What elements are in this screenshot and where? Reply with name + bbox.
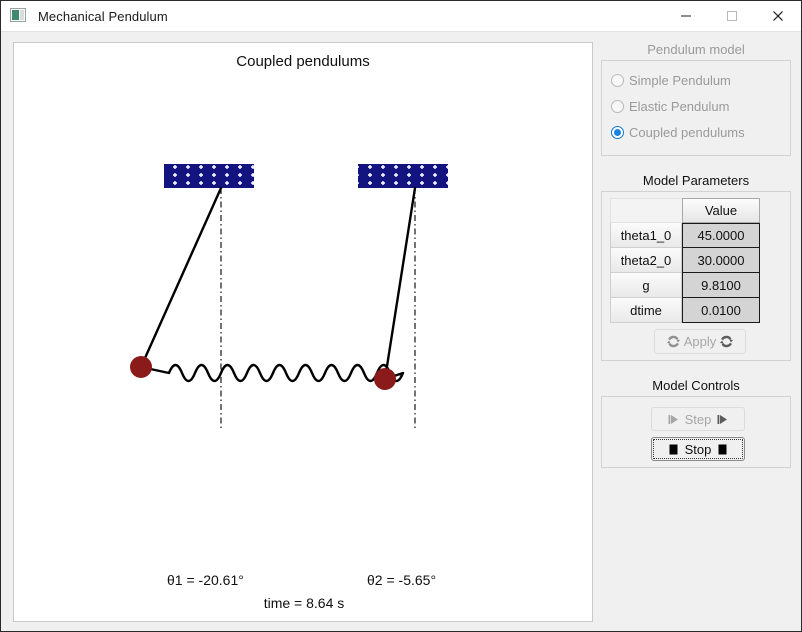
simulation-canvas: Coupled pendulums θ1 = -20.61° θ2 = -5.6… <box>13 42 593 622</box>
radio-coupled-pendulums[interactable]: Coupled pendulums <box>602 119 790 145</box>
model-controls-section: Model Controls Step Stop <box>601 378 791 468</box>
minimize-button[interactable] <box>663 1 709 31</box>
ceiling-block-1 <box>164 164 254 188</box>
title-bar: Mechanical Pendulum <box>1 1 801 32</box>
maximize-icon <box>727 11 737 21</box>
radio-label-coupled-pendulums: Coupled pendulums <box>629 124 745 140</box>
param-value-g[interactable]: 9.8100 <box>682 273 760 298</box>
param-value-dtime[interactable]: 0.0100 <box>682 298 760 323</box>
apply-button-label: Apply <box>683 334 717 349</box>
model-controls-group: Step Stop <box>601 396 791 468</box>
column-header-value: Value <box>682 198 760 223</box>
app-icon <box>10 8 28 24</box>
app-window: Mechanical Pendulum Coupled pendulums θ1… <box>0 0 802 632</box>
radio-elastic-pendulum[interactable]: Elastic Pendulum <box>602 93 790 119</box>
step-forward-icon <box>717 414 728 425</box>
radio-icon-checked <box>611 125 624 139</box>
table-header-row: Value <box>610 198 760 223</box>
theta1-readout: θ1 = -20.61° <box>167 572 244 588</box>
close-button[interactable] <box>755 1 801 31</box>
table-row: g 9.8100 <box>610 273 760 298</box>
param-value-theta2_0[interactable]: 30.0000 <box>682 248 760 273</box>
coupling-spring <box>139 363 405 383</box>
table-row: theta1_0 45.0000 <box>610 223 760 248</box>
param-name-dtime: dtime <box>610 298 682 323</box>
pendulum-drawing <box>130 164 448 429</box>
table-row: dtime 0.0100 <box>610 298 760 323</box>
parameters-table: Value theta1_0 45.0000 theta2_0 30.0000 <box>610 198 760 323</box>
step-button[interactable]: Step <box>651 407 745 431</box>
model-parameters-section: Model Parameters Value theta1_0 45.0000 <box>601 173 791 361</box>
pendulum-model-group: Simple Pendulum Elastic Pendulum Coupled… <box>601 60 791 156</box>
ceiling-block-2 <box>358 164 448 188</box>
close-icon <box>773 11 783 21</box>
radio-label-simple-pendulum: Simple Pendulum <box>629 72 731 88</box>
radio-label-elastic-pendulum: Elastic Pendulum <box>629 98 730 114</box>
time-readout: time = 8.64 s <box>263 595 345 611</box>
radio-icon-unchecked <box>611 73 624 87</box>
step-forward-icon <box>668 414 679 425</box>
radio-simple-pendulum[interactable]: Simple Pendulum <box>602 67 790 93</box>
param-value-theta1_0[interactable]: 45.0000 <box>682 223 760 248</box>
model-parameters-caption: Model Parameters <box>642 173 750 188</box>
side-panel: Pendulum model Simple Pendulum Elastic P… <box>601 42 791 468</box>
model-parameters-group: Value theta1_0 45.0000 theta2_0 30.0000 <box>601 191 791 361</box>
pendulum-bob-2 <box>374 368 396 390</box>
table-row: theta2_0 30.0000 <box>610 248 760 273</box>
step-button-label: Step <box>684 411 712 427</box>
model-controls-caption: Model Controls <box>652 378 740 393</box>
maximize-button[interactable] <box>709 1 755 31</box>
pendulum-bob-1 <box>130 356 152 378</box>
stop-button-label: Stop <box>684 441 712 457</box>
stop-square-icon <box>717 444 728 455</box>
refresh-icon <box>666 334 681 349</box>
window-title: Mechanical Pendulum <box>38 8 168 24</box>
theta2-readout: θ2 = -5.65° <box>367 572 437 588</box>
column-header-name <box>610 198 682 223</box>
stop-square-icon <box>668 444 679 455</box>
param-name-theta2_0: theta2_0 <box>610 248 682 273</box>
param-name-theta1_0: theta1_0 <box>610 223 682 248</box>
refresh-icon <box>719 334 734 349</box>
minimize-icon <box>681 15 691 17</box>
apply-button[interactable]: Apply <box>654 329 746 354</box>
stop-button[interactable]: Stop <box>651 437 745 461</box>
pendulum-model-caption: Pendulum model <box>647 42 745 57</box>
pendulum-rod-1 <box>139 186 223 369</box>
param-name-g: g <box>610 273 682 298</box>
radio-icon-unchecked <box>611 99 624 113</box>
pendulum-rod-2 <box>383 186 417 381</box>
